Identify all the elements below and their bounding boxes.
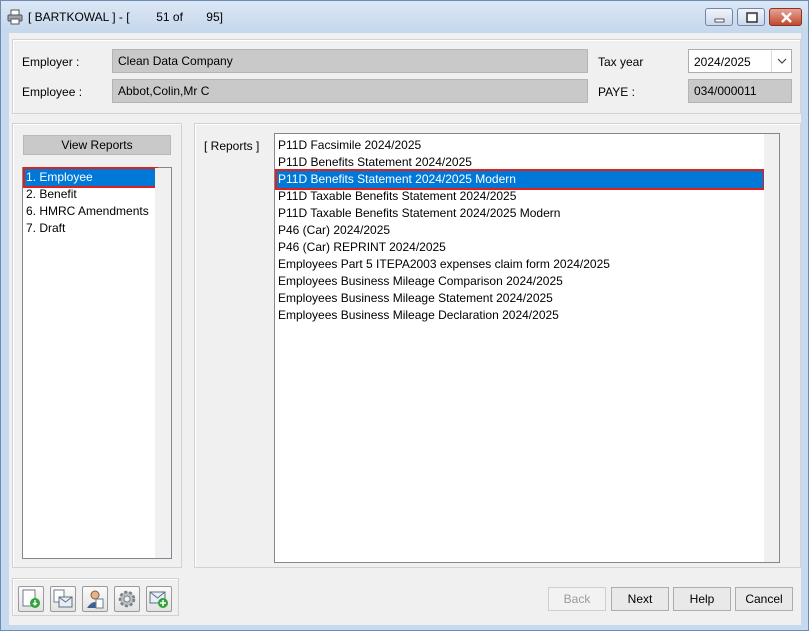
category-item-benefit[interactable]: 2. Benefit <box>25 186 156 203</box>
settings-button[interactable] <box>114 586 140 612</box>
reports-panel: [ Reports ] P11D Facsimile 2024/2025 P11… <box>194 123 801 568</box>
button-panel: Back Next Help Cancel <box>537 578 801 618</box>
export-button[interactable] <box>18 586 44 612</box>
reports-list[interactable]: P11D Facsimile 2024/2025 P11D Benefits S… <box>274 133 780 563</box>
paye-label: PAYE : <box>598 85 635 99</box>
back-button[interactable]: Back <box>548 587 606 611</box>
tax-year-label: Tax year <box>598 55 644 69</box>
email-button[interactable] <box>50 586 76 612</box>
help-button[interactable]: Help <box>673 587 731 611</box>
report-item[interactable]: P11D Benefits Statement 2024/2025 <box>277 154 763 171</box>
settings-gear-icon <box>118 590 136 608</box>
minimize-button[interactable] <box>705 8 733 26</box>
maximize-icon <box>746 12 758 23</box>
report-item[interactable]: P11D Taxable Benefits Statement 2024/202… <box>277 205 763 222</box>
chevron-down-icon[interactable] <box>771 50 791 72</box>
employee-label: Employee : <box>22 85 83 99</box>
employer-field: Clean Data Company <box>112 49 588 73</box>
add-email-button[interactable] <box>146 586 172 612</box>
category-list[interactable]: 1. Employee 2. Benefit 6. HMRC Amendment… <box>22 167 172 559</box>
report-item[interactable]: Employees Business Mileage Declaration 2… <box>277 307 763 324</box>
category-item-draft[interactable]: 7. Draft <box>25 220 156 237</box>
report-item[interactable]: Employees Part 5 ITEPA2003 expenses clai… <box>277 256 763 273</box>
employee-icon <box>87 590 104 609</box>
next-button[interactable]: Next <box>611 587 669 611</box>
cancel-button[interactable]: Cancel <box>735 587 793 611</box>
report-item[interactable]: P46 (Car) REPRINT 2024/2025 <box>277 239 763 256</box>
employer-label: Employer : <box>22 55 80 69</box>
report-item[interactable]: P11D Taxable Benefits Statement 2024/202… <box>277 188 763 205</box>
minimize-icon <box>714 18 725 23</box>
app-window: [ BARTKOWAL ] - [ 51 of 95] Employer : C… <box>0 0 809 631</box>
toolbar-panel <box>12 578 179 616</box>
window-title: [ BARTKOWAL ] - [ 51 of 95] <box>28 10 223 24</box>
maximize-button[interactable] <box>737 8 765 26</box>
report-item-selected[interactable]: P11D Benefits Statement 2024/2025 Modern <box>275 169 765 190</box>
reports-label: [ Reports ] <box>204 139 260 153</box>
report-item[interactable]: P46 (Car) 2024/2025 <box>277 222 763 239</box>
header-panel: Employer : Clean Data Company Employee :… <box>12 39 801 114</box>
email-document-icon <box>53 589 73 608</box>
printer-icon <box>7 9 23 25</box>
report-item[interactable]: Employees Business Mileage Comparison 20… <box>277 273 763 290</box>
close-button[interactable] <box>769 8 802 26</box>
reports-scrollbar[interactable] <box>764 134 779 562</box>
close-icon <box>781 12 792 23</box>
add-email-icon <box>149 591 168 608</box>
report-category-panel: View Reports 1. Employee 2. Benefit 6. H… <box>12 123 182 568</box>
employee-field: Abbot,Colin,Mr C <box>112 79 588 103</box>
title-bar[interactable]: [ BARTKOWAL ] - [ 51 of 95] <box>1 1 808 33</box>
export-document-icon <box>22 589 40 608</box>
report-item[interactable]: P11D Facsimile 2024/2025 <box>277 137 763 154</box>
category-item-hmrc-amendments[interactable]: 6. HMRC Amendments <box>25 203 156 220</box>
paye-field: 034/000011 <box>688 79 792 103</box>
employee-button[interactable] <box>82 586 108 612</box>
category-scrollbar[interactable] <box>155 168 171 558</box>
report-item[interactable]: Employees Business Mileage Statement 202… <box>277 290 763 307</box>
tax-year-value: 2024/2025 <box>694 55 751 69</box>
view-reports-header: View Reports <box>23 135 171 155</box>
category-item-employee[interactable]: 1. Employee <box>23 167 158 188</box>
dialog-body: Employer : Clean Data Company Employee :… <box>9 33 801 625</box>
tax-year-dropdown[interactable]: 2024/2025 <box>688 49 792 73</box>
